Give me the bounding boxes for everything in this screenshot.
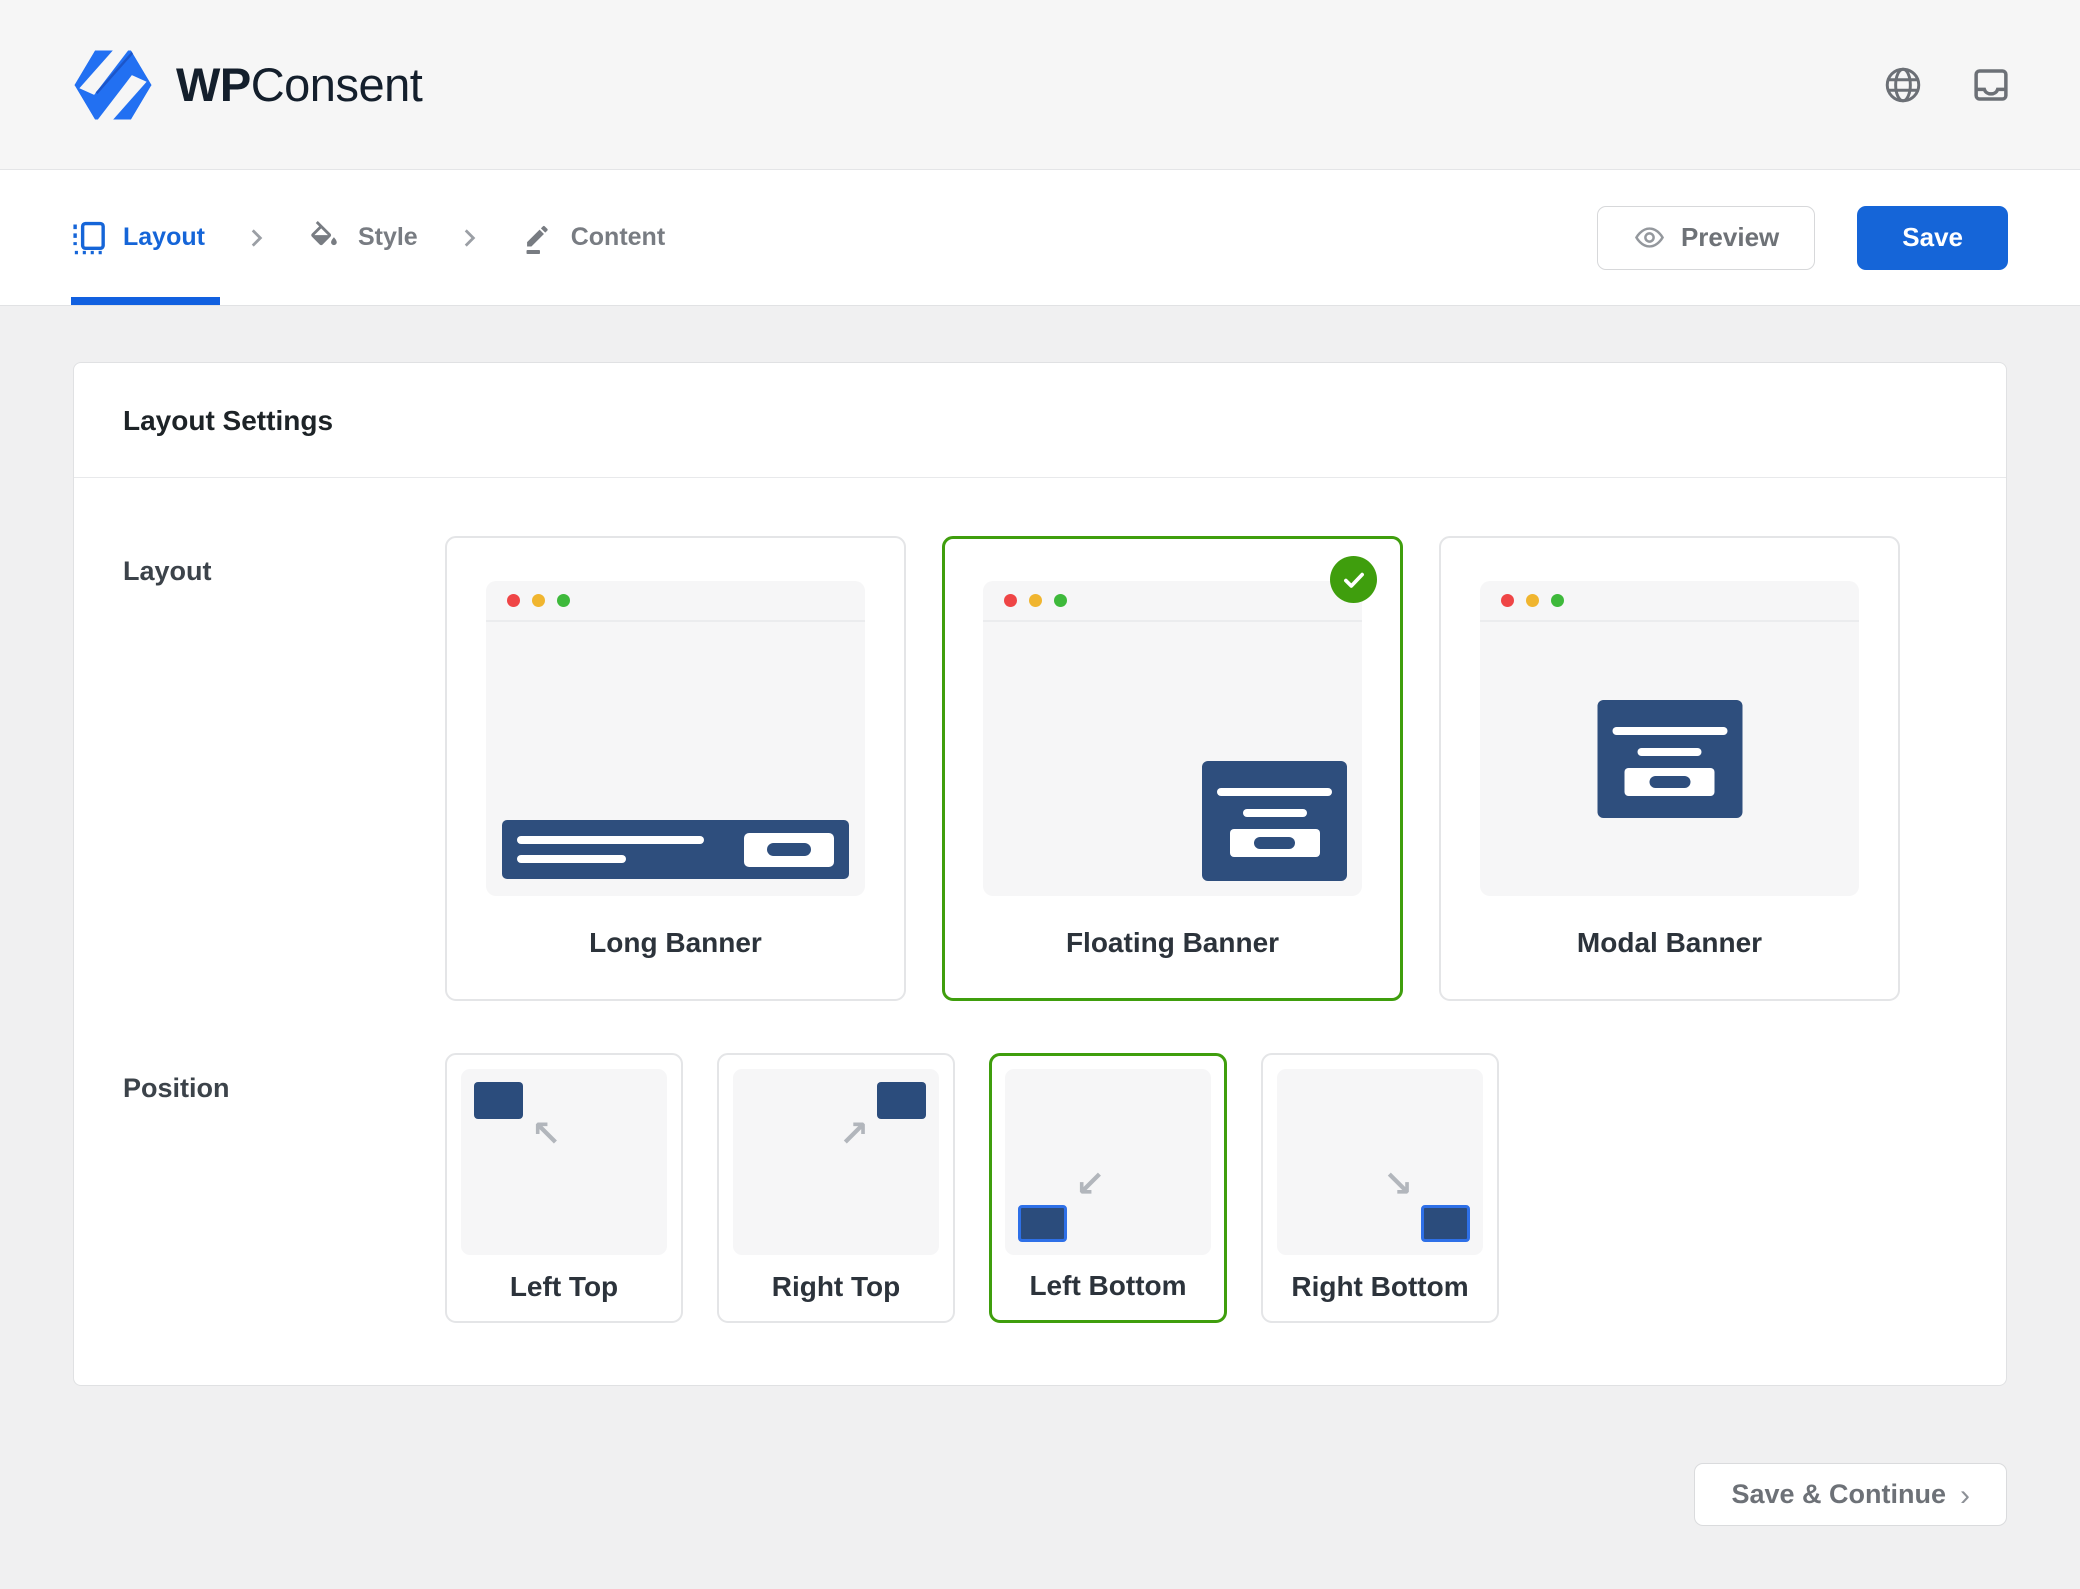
preview-button[interactable]: Preview — [1597, 206, 1815, 270]
browser-mockup-bar — [1480, 581, 1859, 622]
wpconsent-logo-icon — [72, 48, 154, 122]
globe-icon[interactable] — [1882, 64, 1924, 106]
tab-style-label: Style — [358, 223, 418, 252]
layout-option-floating-banner[interactable]: Floating Banner — [942, 536, 1403, 1001]
inbox-tray-icon[interactable] — [1970, 64, 2012, 106]
banner-position-rect — [877, 1082, 926, 1119]
arrow-up-right-icon: ↗ — [839, 1117, 869, 1153]
arrow-down-left-icon: ↙ — [1075, 1167, 1105, 1203]
chevron-right-icon: › — [1960, 1477, 1970, 1513]
layout-settings-panel: Layout Settings Layout — [73, 362, 2007, 1386]
paint-bucket-icon — [307, 221, 341, 255]
position-option-label: Right Bottom — [1263, 1253, 1497, 1321]
banner-mini-button — [1625, 768, 1715, 796]
layout-option-label: Floating Banner — [1066, 927, 1279, 959]
tab-content-label: Content — [571, 223, 665, 252]
banner-mini-button — [1230, 829, 1320, 857]
window-dot-red — [1004, 594, 1017, 607]
window-dot-yellow — [532, 594, 545, 607]
layout-option-label: Modal Banner — [1577, 927, 1762, 959]
long-banner-thumbnail — [502, 820, 849, 879]
brand-name: WPConsent — [176, 57, 422, 112]
panel-body: Layout — [74, 478, 2006, 1385]
position-option-label: Right Top — [719, 1253, 953, 1321]
browser-mockup-body — [486, 622, 865, 896]
position-preview-box: ↗ — [733, 1069, 939, 1255]
main-content: Layout Settings Layout — [0, 306, 2080, 1386]
chevron-right-icon — [243, 225, 269, 251]
layout-option-long-banner[interactable]: Long Banner — [445, 536, 906, 1001]
position-row-label: Position — [123, 1053, 445, 1104]
save-continue-button[interactable]: Save & Continue › — [1694, 1463, 2007, 1526]
position-option-left-bottom[interactable]: ↙ Left Bottom — [989, 1053, 1227, 1323]
position-preview-box: ↘ — [1277, 1069, 1483, 1255]
layout-setting-row: Layout — [123, 536, 1957, 1001]
browser-mockup-bar — [486, 581, 865, 622]
tab-bar: Layout Style Content — [72, 221, 665, 255]
layout-icon — [72, 221, 106, 255]
browser-mockup — [983, 581, 1362, 896]
window-dot-green — [1054, 594, 1067, 607]
floating-banner-thumbnail — [1202, 761, 1347, 881]
eye-icon — [1633, 221, 1666, 254]
layout-option-label: Long Banner — [589, 927, 762, 959]
position-option-label: Left Bottom — [992, 1252, 1224, 1320]
modal-banner-thumbnail — [1597, 700, 1742, 818]
window-dot-red — [1501, 594, 1514, 607]
browser-mockup — [1480, 581, 1859, 896]
window-dot-green — [1551, 594, 1564, 607]
app-header: WPConsent — [0, 0, 2080, 170]
window-dot-green — [557, 594, 570, 607]
banner-mini-button — [744, 833, 834, 867]
chevron-right-icon — [456, 225, 482, 251]
settings-nav: Layout Style Content — [0, 170, 2080, 306]
tab-layout[interactable]: Layout — [72, 221, 205, 255]
browser-mockup-bar — [983, 581, 1362, 622]
arrow-up-left-icon: ↖ — [531, 1117, 561, 1153]
brand: WPConsent — [72, 48, 422, 122]
position-preview-box: ↙ — [1005, 1069, 1211, 1255]
window-dot-red — [507, 594, 520, 607]
banner-text-lines — [517, 836, 730, 863]
brand-name-bold: WP — [176, 58, 251, 111]
layout-row-label: Layout — [123, 536, 445, 587]
banner-position-rect — [474, 1082, 523, 1119]
footer-actions: Save & Continue › — [0, 1463, 2080, 1526]
position-options: ↖ Left Top ↗ Right Top — [445, 1053, 1499, 1323]
position-preview-box: ↖ — [461, 1069, 667, 1255]
active-tab-underline — [71, 297, 220, 305]
position-option-left-top[interactable]: ↖ Left Top — [445, 1053, 683, 1323]
position-option-right-top[interactable]: ↗ Right Top — [717, 1053, 955, 1323]
banner-position-rect — [1018, 1205, 1067, 1242]
arrow-down-right-icon: ↘ — [1383, 1167, 1413, 1203]
save-continue-label: Save & Continue — [1731, 1479, 1946, 1510]
browser-mockup-body — [1480, 622, 1859, 896]
tab-style[interactable]: Style — [307, 221, 418, 255]
position-setting-row: Position ↖ Left Top ↗ — [123, 1053, 1957, 1323]
tab-content[interactable]: Content — [520, 221, 665, 255]
banner-position-rect — [1421, 1205, 1470, 1242]
tab-layout-label: Layout — [123, 223, 205, 252]
preview-button-label: Preview — [1681, 222, 1779, 253]
panel-header: Layout Settings — [74, 363, 2006, 478]
layout-option-modal-banner[interactable]: Modal Banner — [1439, 536, 1900, 1001]
window-dot-yellow — [1526, 594, 1539, 607]
selected-badge — [1330, 556, 1377, 603]
browser-mockup — [486, 581, 865, 896]
brand-name-rest: Consent — [251, 58, 423, 111]
window-dot-yellow — [1029, 594, 1042, 607]
layout-options: Long Banner — [445, 536, 1900, 1001]
save-button[interactable]: Save — [1857, 206, 2008, 270]
position-option-right-bottom[interactable]: ↘ Right Bottom — [1261, 1053, 1499, 1323]
check-icon — [1341, 567, 1367, 593]
pencil-icon — [520, 221, 554, 255]
browser-mockup-body — [983, 622, 1362, 896]
panel-title: Layout Settings — [123, 405, 1957, 437]
position-option-label: Left Top — [447, 1253, 681, 1321]
